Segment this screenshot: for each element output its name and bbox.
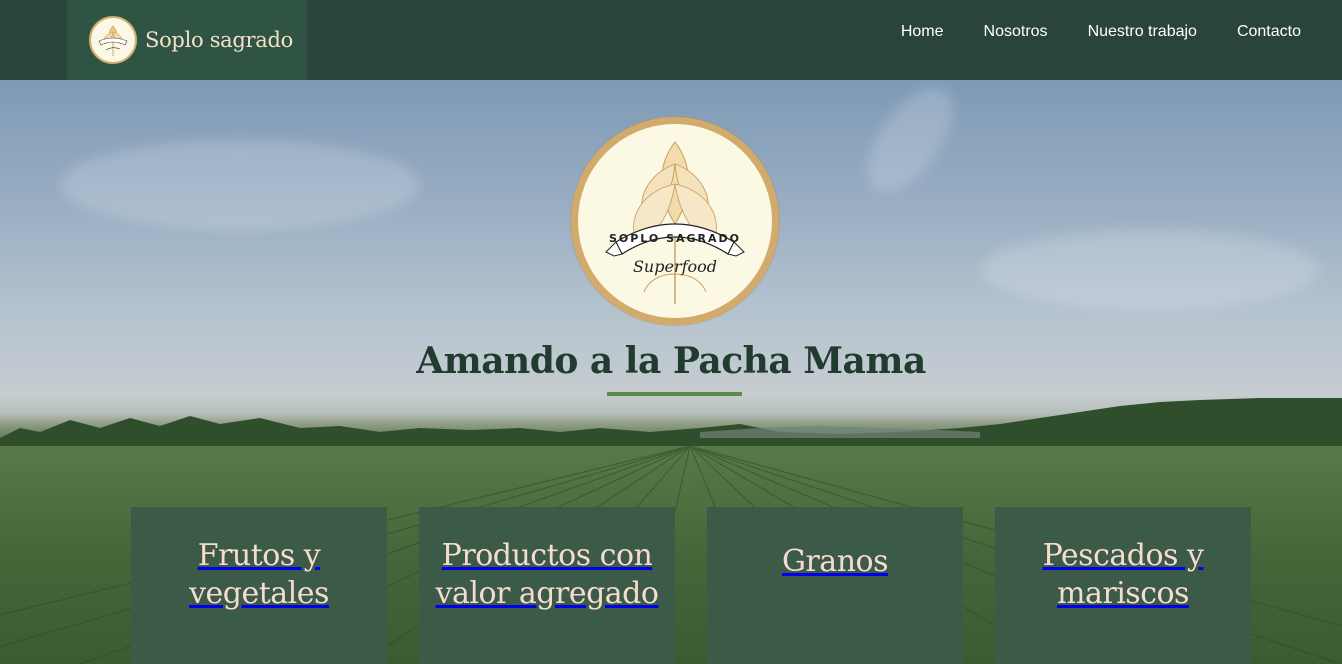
sky-cloud [980,230,1320,310]
hero-title: Amando a la Pacha Mama [416,340,926,382]
card-granos[interactable]: Granos [707,507,963,664]
card-frutos-vegetales[interactable]: Frutos y vegetales [131,507,387,664]
nav-home[interactable]: Home [901,23,944,41]
card-label: Frutos y vegetales [189,538,329,611]
hero-section: SOPLO SAGRADO Superfood Amando a la Pach… [0,80,1342,664]
card-pescados-mariscos[interactable]: Pescados y mariscos [995,507,1251,664]
brand-logo-icon [89,16,137,64]
site-header: Soplo sagrado Home Nosotros Nuestro trab… [0,0,1342,80]
nav-contacto[interactable]: Contacto [1237,23,1301,41]
sky-cloud [60,140,420,230]
nav-nuestro-trabajo[interactable]: Nuestro trabajo [1088,23,1197,41]
card-label: Pescados y mariscos [1042,538,1204,611]
card-label: Granos [782,544,888,579]
brand-name: Soplo sagrado [145,28,293,52]
main-nav: Home Nosotros Nuestro trabajo Contacto [861,0,1301,63]
logo-script-text: Superfood [633,257,717,276]
card-label: Productos con valor agregado [435,538,659,611]
brand-link[interactable]: Soplo sagrado [67,0,307,80]
sky-cloud [851,80,969,207]
nav-nosotros[interactable]: Nosotros [984,23,1048,41]
logo-ribbon-text: SOPLO SAGRADO [609,232,741,245]
card-productos-valor-agregado[interactable]: Productos con valor agregado [419,507,675,664]
title-underline [607,392,742,396]
hero-logo-icon: SOPLO SAGRADO Superfood [571,117,779,325]
